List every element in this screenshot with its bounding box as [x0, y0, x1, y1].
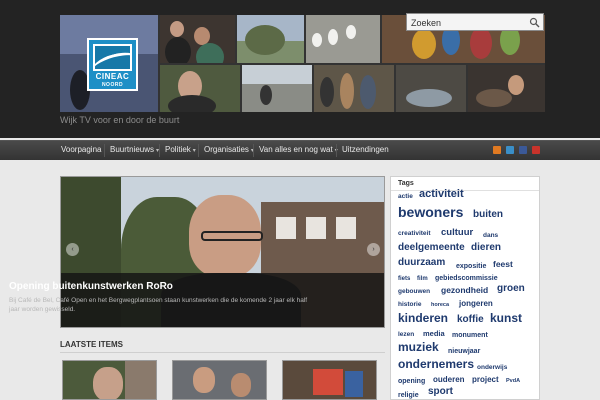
- nav-item-politiek[interactable]: Politiek ▾: [165, 145, 196, 154]
- featured-description: Bij Café de Bel, Café Open en het Bergwe…: [9, 297, 308, 313]
- photo-tile-group: [314, 65, 394, 112]
- tag-link[interactable]: dieren: [471, 243, 501, 253]
- tags-heading: Tags: [398, 180, 414, 187]
- tag-link[interactable]: bewoners: [398, 205, 463, 219]
- latest-items-divider: [60, 352, 385, 353]
- search-box: [406, 13, 544, 31]
- rss-icon[interactable]: [493, 146, 501, 154]
- nav-item-buurtnieuws[interactable]: Buurtnieuws ▾: [110, 145, 159, 154]
- nav-item-uitzendingen[interactable]: Uitzendingen: [342, 145, 389, 154]
- tag-link[interactable]: buiten: [473, 210, 503, 220]
- tag-link[interactable]: deelgemeente: [398, 243, 465, 253]
- photo-tile-people: [160, 15, 235, 63]
- featured-image-glasses: [201, 231, 263, 241]
- tag-link[interactable]: lezen: [398, 331, 414, 339]
- tag-link[interactable]: cultuur: [441, 228, 473, 238]
- tag-link[interactable]: onderwijs: [477, 364, 507, 372]
- tag-link[interactable]: dans: [483, 232, 498, 240]
- latest-item-thumbnail[interactable]: [282, 360, 377, 400]
- tag-link[interactable]: activiteit: [419, 188, 464, 200]
- tag-link[interactable]: horeca: [431, 303, 449, 309]
- tag-link[interactable]: creativiteit: [398, 230, 431, 238]
- slider-next-button[interactable]: ›: [367, 243, 380, 256]
- tag-link[interactable]: actie: [398, 193, 413, 201]
- photo-tile-crossing: [242, 65, 312, 112]
- nav-label: Uitzendingen: [342, 145, 389, 154]
- nav-divider: [253, 144, 254, 157]
- featured-title[interactable]: Opening buitenkunstwerken RoRo: [9, 281, 173, 292]
- tag-link[interactable]: sport: [428, 387, 453, 397]
- youtube-icon[interactable]: [532, 146, 540, 154]
- photo-tile-car: [396, 65, 466, 112]
- chevron-down-icon: ▾: [192, 148, 196, 154]
- nav-label: Buurtnieuws: [110, 145, 155, 154]
- tag-link[interactable]: opening: [398, 378, 425, 385]
- nav-divider: [336, 144, 337, 157]
- nav-label: Organisaties: [204, 145, 249, 154]
- nav-divider: [159, 144, 160, 157]
- photo-tile-meeting: [468, 65, 545, 112]
- logo-name: CINEAC: [95, 72, 130, 81]
- tag-link[interactable]: monument: [452, 332, 488, 339]
- latest-item-thumbnail[interactable]: [62, 360, 157, 400]
- nav-label: Voorpagina: [61, 145, 102, 154]
- logo-emblem: [93, 44, 132, 71]
- tag-link[interactable]: media: [423, 330, 445, 338]
- tag-link[interactable]: feest: [493, 260, 513, 269]
- main-navigation: Voorpagina Buurtnieuws ▾ Politiek ▾ Organi…: [0, 140, 600, 160]
- tag-link[interactable]: nieuwjaar: [448, 348, 480, 355]
- tag-link[interactable]: historie: [398, 301, 421, 309]
- photo-tile-trees: [237, 15, 304, 63]
- latest-items-heading: LAATSTE ITEMS: [60, 340, 123, 349]
- nav-label: Van alles en nog wat: [259, 145, 333, 154]
- site-tagline: Wijk TV voor en door de buurt: [60, 115, 180, 125]
- nav-item-voorpagina[interactable]: Voorpagina: [61, 145, 101, 154]
- tag-link[interactable]: duurzaam: [398, 258, 445, 268]
- tag-link[interactable]: gebouwen: [398, 288, 430, 296]
- nav-divider: [104, 144, 105, 157]
- tag-link[interactable]: project: [472, 376, 499, 384]
- tag-link[interactable]: fiets: [398, 276, 410, 282]
- tags-divider: [391, 190, 539, 191]
- featured-image-window: [276, 217, 296, 239]
- tag-link[interactable]: kunst: [490, 312, 522, 324]
- nav-item-organisaties[interactable]: Organisaties▾: [204, 145, 254, 154]
- logo-subtitle: NOORD: [101, 82, 124, 88]
- tag-link[interactable]: PvdA: [506, 379, 520, 385]
- nav-label: Politiek: [165, 145, 191, 154]
- tag-link[interactable]: muziek: [398, 341, 439, 353]
- tag-link[interactable]: kinderen: [398, 312, 448, 324]
- nav-item-van-alles-en-nog-wat[interactable]: Van alles en nog wat▾: [259, 145, 338, 154]
- search-input[interactable]: [411, 16, 523, 29]
- photo-tile-man: [160, 65, 240, 112]
- tag-link[interactable]: expositie: [456, 263, 486, 270]
- featured-image-window: [306, 217, 326, 239]
- featured-image-window: [336, 217, 356, 239]
- facebook-icon[interactable]: [519, 146, 527, 154]
- tag-link[interactable]: ouderen: [433, 376, 465, 384]
- tag-link[interactable]: koffie: [457, 315, 484, 325]
- latest-item-thumbnail[interactable]: [172, 360, 267, 400]
- tag-link[interactable]: jongeren: [459, 300, 493, 308]
- photo-tile-geese: [306, 15, 380, 63]
- nav-divider: [198, 144, 199, 157]
- cineac-noord-logo[interactable]: CINEAC NOORD: [87, 38, 138, 91]
- tag-link[interactable]: film: [417, 276, 428, 282]
- tag-link[interactable]: gezondheid: [441, 286, 488, 295]
- tag-link[interactable]: ondernemers: [398, 358, 474, 370]
- slider-prev-button[interactable]: ‹: [66, 243, 79, 256]
- search-icon[interactable]: [529, 17, 540, 28]
- tag-link[interactable]: groen: [497, 284, 525, 294]
- twitter-icon[interactable]: [506, 146, 514, 154]
- tag-link[interactable]: religie: [398, 392, 419, 399]
- tag-link[interactable]: gebiedscommissie: [435, 275, 498, 282]
